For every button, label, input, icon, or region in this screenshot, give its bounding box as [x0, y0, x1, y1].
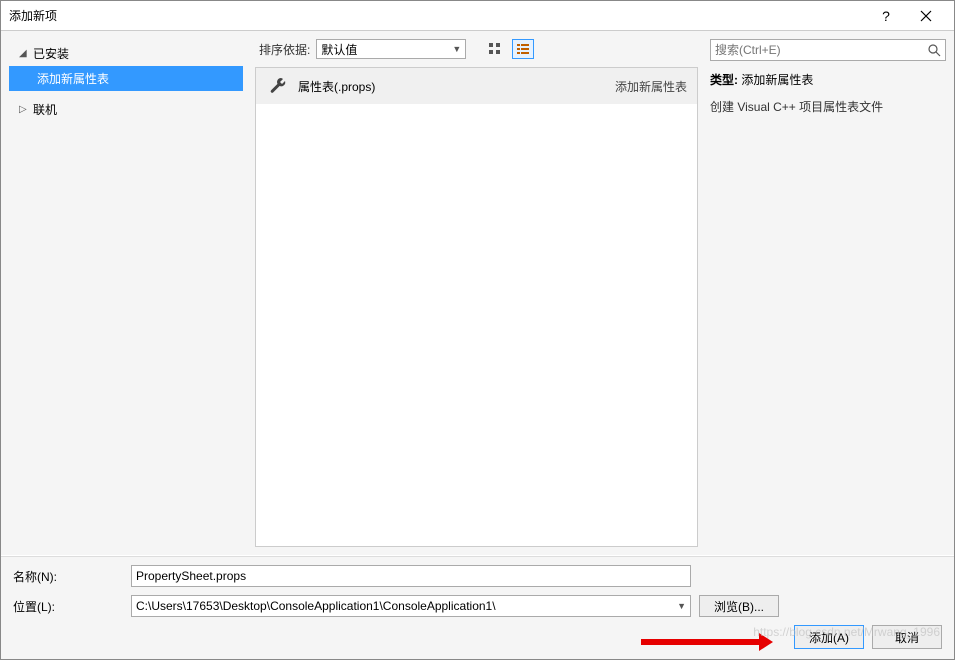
name-label: 名称(N): [13, 568, 123, 585]
sidebar: ◢ 已安装 添加新属性表 ▷ 联机 [1, 31, 251, 555]
cancel-button[interactable]: 取消 [872, 625, 942, 649]
detail-panel: 类型: 添加新属性表 创建 Visual C++ 项目属性表文件 [702, 31, 954, 555]
name-row: 名称(N): [13, 565, 942, 587]
action-row: 添加(A) 取消 [13, 625, 942, 649]
add-label: 添加(A) [809, 629, 849, 646]
sort-label: 排序依据: [259, 41, 310, 58]
cancel-label: 取消 [895, 629, 919, 646]
center-toolbar: 排序依据: 默认值 ▼ [251, 39, 702, 67]
close-icon [920, 10, 932, 22]
sort-value: 默认值 [321, 41, 357, 58]
sidebar-installed[interactable]: ◢ 已安装 [9, 41, 243, 66]
chevron-down-icon: ◢ [19, 48, 29, 59]
location-value: C:\Users\17653\Desktop\ConsoleApplicatio… [136, 599, 496, 613]
view-grid-button[interactable] [484, 39, 506, 59]
template-list: 属性表(.props) 添加新属性表 [255, 67, 698, 547]
name-input[interactable] [131, 565, 691, 587]
search-input[interactable] [715, 43, 928, 57]
list-icon [516, 42, 530, 56]
help-button[interactable]: ? [866, 1, 906, 31]
main-area: ◢ 已安装 添加新属性表 ▷ 联机 排序依据: 默认值 ▼ [1, 31, 954, 555]
type-label: 类型: [710, 73, 738, 87]
sidebar-installed-label: 已安装 [33, 45, 69, 62]
list-item-label: 属性表(.props) [298, 78, 615, 95]
sort-select[interactable]: 默认值 ▼ [316, 39, 466, 59]
browse-button[interactable]: 浏览(B)... [699, 595, 779, 617]
chevron-right-icon: ▷ [19, 104, 29, 115]
close-button[interactable] [906, 1, 946, 31]
bottom-form: 名称(N): 位置(L): C:\Users\17653\Desktop\Con… [1, 556, 954, 659]
location-label: 位置(L): [13, 598, 123, 615]
type-value: 添加新属性表 [741, 73, 813, 87]
window-title: 添加新项 [9, 7, 866, 24]
view-list-button[interactable] [512, 39, 534, 59]
chevron-down-icon: ▼ [452, 44, 461, 54]
search-icon[interactable] [928, 44, 941, 57]
location-row: 位置(L): C:\Users\17653\Desktop\ConsoleApp… [13, 595, 942, 617]
search-box[interactable] [710, 39, 946, 61]
list-item-meta: 添加新属性表 [615, 78, 687, 95]
location-input[interactable]: C:\Users\17653\Desktop\ConsoleApplicatio… [131, 595, 691, 617]
sidebar-online-label: 联机 [33, 101, 57, 118]
center-panel: 排序依据: 默认值 ▼ [251, 31, 702, 555]
grid-icon [488, 42, 502, 56]
titlebar: 添加新项 ? [1, 1, 954, 31]
list-item[interactable]: 属性表(.props) 添加新属性表 [256, 68, 697, 104]
sidebar-online[interactable]: ▷ 联机 [9, 97, 243, 122]
chevron-down-icon[interactable]: ▼ [677, 601, 686, 611]
wrench-icon [266, 74, 290, 98]
add-button[interactable]: 添加(A) [794, 625, 864, 649]
annotation-arrow [641, 639, 761, 645]
sidebar-item-label: 添加新属性表 [37, 70, 109, 87]
sidebar-item-propsheet[interactable]: 添加新属性表 [9, 66, 243, 91]
detail-description: 创建 Visual C++ 项目属性表文件 [710, 98, 946, 115]
type-row: 类型: 添加新属性表 [710, 71, 946, 88]
